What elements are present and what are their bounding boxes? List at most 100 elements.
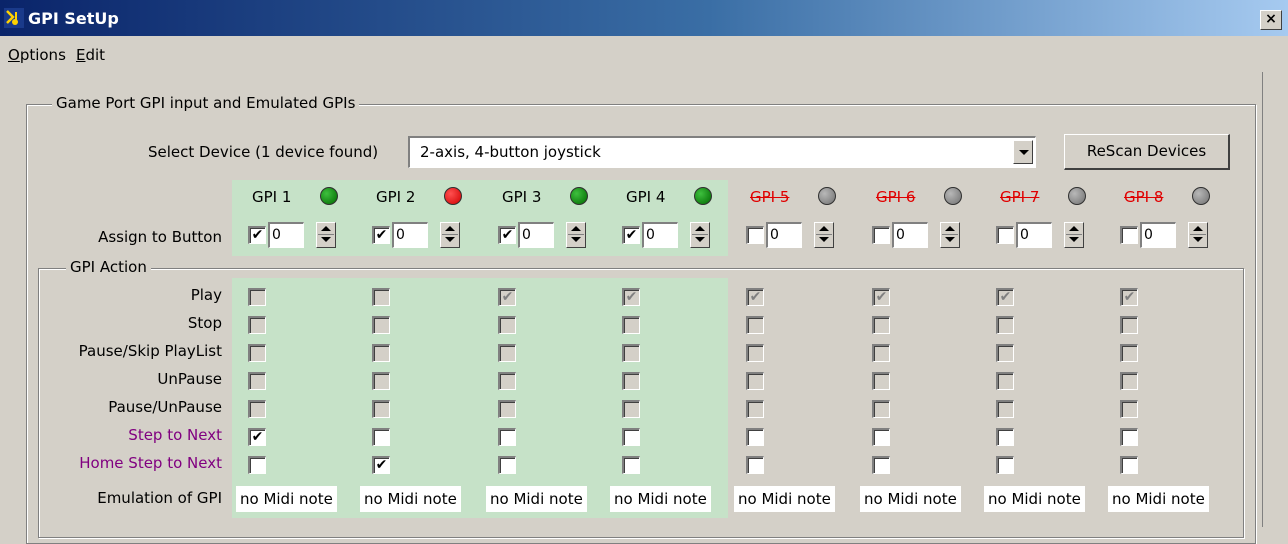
button-number-input[interactable]: 0 xyxy=(892,222,928,248)
action-checkbox[interactable]: ✔ xyxy=(248,428,266,446)
midi-note-field[interactable]: no Midi note xyxy=(360,486,461,512)
action-checkbox xyxy=(372,400,390,418)
action-checkbox xyxy=(1120,316,1138,334)
midi-note-field[interactable]: no Midi note xyxy=(984,486,1085,512)
action-checkbox xyxy=(872,400,890,418)
button-number-input[interactable]: 0 xyxy=(268,222,304,248)
action-checkbox[interactable] xyxy=(872,428,890,446)
action-checkbox[interactable] xyxy=(1120,456,1138,474)
action-checkbox xyxy=(248,316,266,334)
close-button[interactable]: × xyxy=(1260,10,1282,30)
midi-note-field[interactable]: no Midi note xyxy=(236,486,337,512)
spin-arrows-icon[interactable] xyxy=(940,222,960,248)
status-led-icon xyxy=(694,187,712,205)
status-led-icon xyxy=(320,187,338,205)
action-checkbox[interactable] xyxy=(746,428,764,446)
action-checkbox xyxy=(372,316,390,334)
device-select-value: 2-axis, 4-button joystick xyxy=(420,143,601,161)
button-number-input[interactable]: 0 xyxy=(392,222,428,248)
action-checkbox xyxy=(498,344,516,362)
assign-checkbox[interactable] xyxy=(746,226,764,244)
app-icon xyxy=(4,8,24,28)
action-checkbox[interactable] xyxy=(872,456,890,474)
spin-arrows-icon[interactable] xyxy=(440,222,460,248)
assign-checkbox[interactable] xyxy=(872,226,890,244)
gpi-label: GPI 6 xyxy=(876,188,916,206)
assign-checkbox[interactable]: ✔ xyxy=(372,226,390,244)
action-checkbox xyxy=(746,400,764,418)
action-checkbox xyxy=(1120,372,1138,390)
rescan-devices-button[interactable]: ReScan Devices xyxy=(1064,134,1230,170)
button-number-input[interactable]: 0 xyxy=(518,222,554,248)
action-checkbox xyxy=(498,372,516,390)
action-label: UnPause xyxy=(157,370,222,388)
action-checkbox[interactable] xyxy=(248,456,266,474)
action-checkbox[interactable] xyxy=(498,456,516,474)
menu-options[interactable]: Options xyxy=(8,46,66,64)
action-checkbox xyxy=(872,344,890,362)
assign-checkbox[interactable] xyxy=(996,226,1014,244)
button-number-input[interactable]: 0 xyxy=(1140,222,1176,248)
action-checkbox[interactable] xyxy=(1120,428,1138,446)
button-number-input[interactable]: 0 xyxy=(642,222,678,248)
status-led-icon xyxy=(570,187,588,205)
enabled-action-band xyxy=(232,278,728,518)
status-led-icon xyxy=(444,187,462,205)
action-checkbox[interactable] xyxy=(498,428,516,446)
action-label: Play xyxy=(190,286,222,304)
action-checkbox xyxy=(746,316,764,334)
action-checkbox: ✔ xyxy=(872,288,890,306)
action-checkbox xyxy=(1120,344,1138,362)
chevron-down-icon[interactable] xyxy=(1013,140,1033,164)
gpi-label: GPI 7 xyxy=(1000,188,1040,206)
spin-arrows-icon[interactable] xyxy=(566,222,586,248)
spin-arrows-icon[interactable] xyxy=(1064,222,1084,248)
assign-checkbox[interactable]: ✔ xyxy=(498,226,516,244)
action-checkbox[interactable] xyxy=(622,428,640,446)
action-label: Home Step to Next xyxy=(79,454,222,472)
midi-note-field[interactable]: no Midi note xyxy=(860,486,961,512)
action-checkbox[interactable] xyxy=(372,428,390,446)
midi-note-field[interactable]: no Midi note xyxy=(734,486,835,512)
action-checkbox: ✔ xyxy=(746,288,764,306)
midi-note-field[interactable]: no Midi note xyxy=(486,486,587,512)
spin-arrows-icon[interactable] xyxy=(1188,222,1208,248)
spin-arrows-icon[interactable] xyxy=(690,222,710,248)
midi-note-field[interactable]: no Midi note xyxy=(610,486,711,512)
action-checkbox[interactable] xyxy=(746,456,764,474)
action-checkbox xyxy=(996,400,1014,418)
button-number-input[interactable]: 0 xyxy=(1016,222,1052,248)
select-device-label: Select Device (1 device found) xyxy=(148,143,379,161)
button-number-input[interactable]: 0 xyxy=(766,222,802,248)
emulation-label: Emulation of GPI xyxy=(97,489,222,507)
action-checkbox xyxy=(622,372,640,390)
spin-arrows-icon[interactable] xyxy=(316,222,336,248)
action-checkbox: ✔ xyxy=(996,288,1014,306)
action-checkbox[interactable] xyxy=(622,456,640,474)
menu-edit[interactable]: Edit xyxy=(76,46,105,64)
action-checkbox xyxy=(372,372,390,390)
status-led-icon xyxy=(944,187,962,205)
action-checkbox: ✔ xyxy=(1120,288,1138,306)
device-select[interactable]: 2-axis, 4-button joystick xyxy=(408,136,1036,168)
action-checkbox xyxy=(622,344,640,362)
gpi-label: GPI 3 xyxy=(502,188,542,206)
assign-checkbox[interactable]: ✔ xyxy=(622,226,640,244)
action-checkbox xyxy=(872,316,890,334)
vertical-scrollbar[interactable] xyxy=(1262,72,1288,527)
action-checkbox xyxy=(498,400,516,418)
spin-arrows-icon[interactable] xyxy=(814,222,834,248)
gpi-label: GPI 8 xyxy=(1124,188,1164,206)
midi-note-field[interactable]: no Midi note xyxy=(1108,486,1209,512)
action-checkbox[interactable]: ✔ xyxy=(372,456,390,474)
action-label: Stop xyxy=(187,314,222,332)
assign-to-button-label: Assign to Button xyxy=(98,228,222,246)
action-checkbox[interactable] xyxy=(996,428,1014,446)
action-checkbox xyxy=(996,344,1014,362)
action-checkbox xyxy=(996,316,1014,334)
status-led-icon xyxy=(1192,187,1210,205)
gpi-label: GPI 5 xyxy=(750,188,790,206)
assign-checkbox[interactable] xyxy=(1120,226,1138,244)
action-checkbox[interactable] xyxy=(996,456,1014,474)
assign-checkbox[interactable]: ✔ xyxy=(248,226,266,244)
